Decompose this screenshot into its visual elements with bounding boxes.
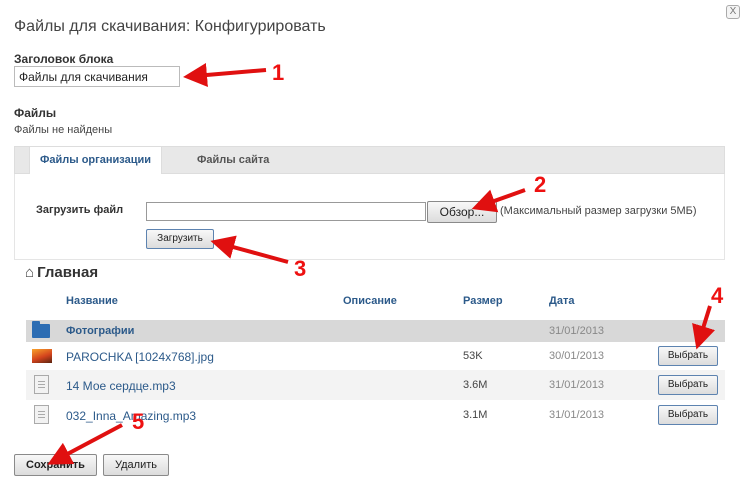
annotation-marker-4: 4 xyxy=(711,283,724,308)
annotation-arrows xyxy=(47,63,716,465)
arrow-1 xyxy=(183,63,267,87)
arrow-4 xyxy=(692,305,716,350)
arrow-5 xyxy=(47,423,123,465)
arrow-2 xyxy=(471,188,526,213)
annotation-marker-2: 2 xyxy=(534,172,547,197)
annotation-marker-5: 5 xyxy=(132,409,145,434)
arrow-3 xyxy=(210,235,289,264)
annotation-marker-1: 1 xyxy=(272,60,285,85)
annotation-marker-3: 3 xyxy=(294,256,307,281)
